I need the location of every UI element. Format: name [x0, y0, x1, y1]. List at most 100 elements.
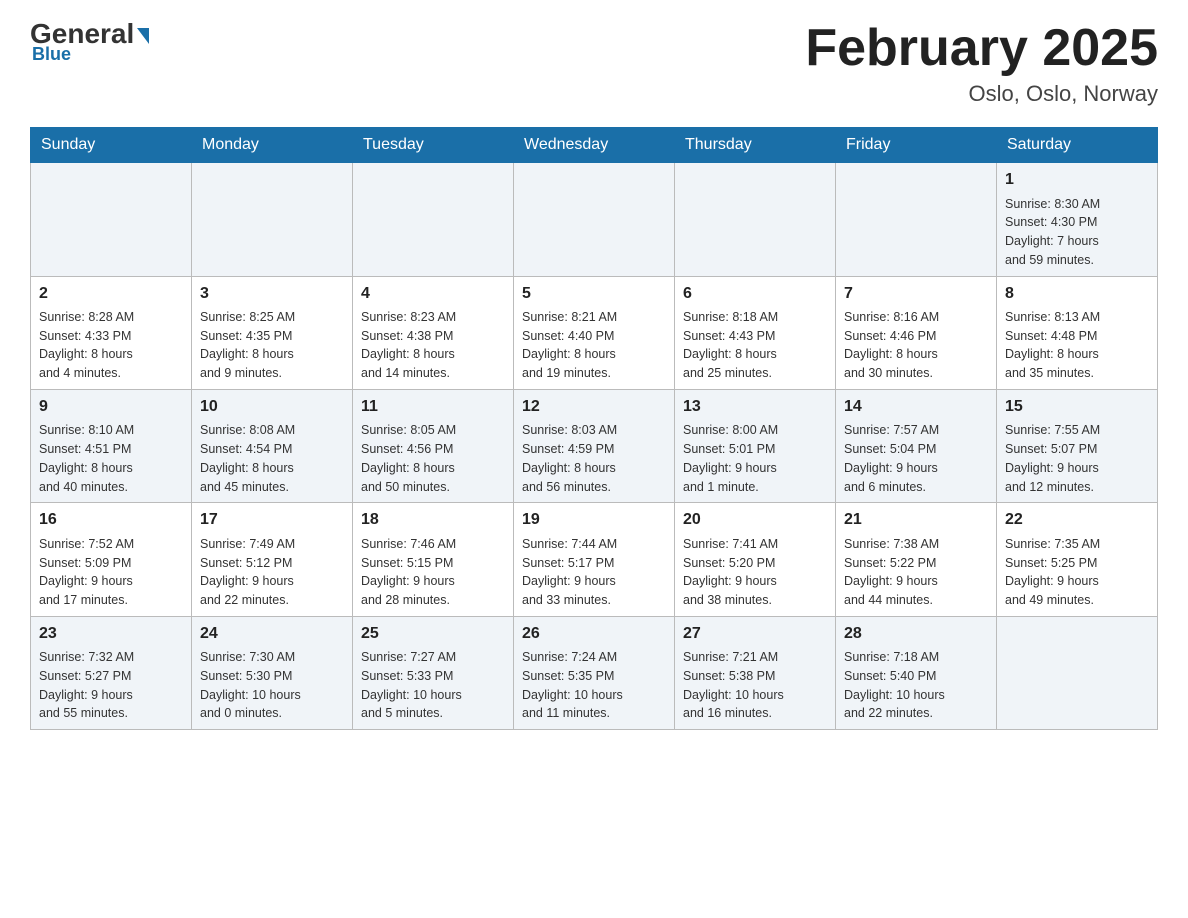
calendar-day-cell — [192, 163, 353, 276]
day-number: 3 — [200, 283, 344, 305]
day-info: Sunrise: 7:38 AM Sunset: 5:22 PM Dayligh… — [844, 535, 988, 610]
day-info: Sunrise: 7:57 AM Sunset: 5:04 PM Dayligh… — [844, 421, 988, 496]
day-info: Sunrise: 8:03 AM Sunset: 4:59 PM Dayligh… — [522, 421, 666, 496]
calendar-week-row: 16 Sunrise: 7:52 AM Sunset: 5:09 PM Dayli… — [31, 503, 1158, 616]
calendar-day-cell: 12 Sunrise: 8:03 AM Sunset: 4:59 PM Dayli… — [514, 389, 675, 502]
day-number: 27 — [683, 623, 827, 645]
calendar-day-cell: 5 Sunrise: 8:21 AM Sunset: 4:40 PM Daylig… — [514, 276, 675, 389]
header: General Blue February 2025 Oslo, Oslo, N… — [30, 20, 1158, 107]
day-of-week-saturday: Saturday — [997, 128, 1158, 163]
calendar-day-cell — [997, 616, 1158, 729]
calendar-day-cell: 25 Sunrise: 7:27 AM Sunset: 5:33 PM Dayli… — [353, 616, 514, 729]
day-info: Sunrise: 8:30 AM Sunset: 4:30 PM Dayligh… — [1005, 195, 1149, 270]
calendar-day-cell: 26Sunrise: 7:24 AM Sunset: 5:35 PM Dayli… — [514, 616, 675, 729]
calendar-day-cell: 10 Sunrise: 8:08 AM Sunset: 4:54 PM Dayli… — [192, 389, 353, 502]
day-of-week-sunday: Sunday — [31, 128, 192, 163]
calendar-day-cell: 6 Sunrise: 8:18 AM Sunset: 4:43 PM Daylig… — [675, 276, 836, 389]
day-info: Sunrise: 7:21 AM Sunset: 5:38 PM Dayligh… — [683, 648, 827, 723]
calendar-day-cell — [31, 163, 192, 276]
day-of-week-thursday: Thursday — [675, 128, 836, 163]
calendar-day-cell: 8Sunrise: 8:13 AM Sunset: 4:48 PM Daylig… — [997, 276, 1158, 389]
day-number: 15 — [1005, 396, 1149, 418]
day-number: 19 — [522, 509, 666, 531]
calendar-week-row: 1 Sunrise: 8:30 AM Sunset: 4:30 PM Daylig… — [31, 163, 1158, 276]
day-info: Sunrise: 8:21 AM Sunset: 4:40 PM Dayligh… — [522, 308, 666, 383]
day-number: 14 — [844, 396, 988, 418]
day-number: 28 — [844, 623, 988, 645]
day-info: Sunrise: 7:46 AM Sunset: 5:15 PM Dayligh… — [361, 535, 505, 610]
calendar-day-cell: 17Sunrise: 7:49 AM Sunset: 5:12 PM Dayli… — [192, 503, 353, 616]
calendar-day-cell: 2 Sunrise: 8:28 AM Sunset: 4:33 PM Daylig… — [31, 276, 192, 389]
calendar-week-row: 23 Sunrise: 7:32 AM Sunset: 5:27 PM Dayli… — [31, 616, 1158, 729]
day-info: Sunrise: 7:52 AM Sunset: 5:09 PM Dayligh… — [39, 535, 183, 610]
calendar-day-cell: 14 Sunrise: 7:57 AM Sunset: 5:04 PM Dayli… — [836, 389, 997, 502]
day-number: 22 — [1005, 509, 1149, 531]
calendar-week-row: 2 Sunrise: 8:28 AM Sunset: 4:33 PM Daylig… — [31, 276, 1158, 389]
calendar-day-cell: 21 Sunrise: 7:38 AM Sunset: 5:22 PM Dayli… — [836, 503, 997, 616]
calendar-day-cell: 28 Sunrise: 7:18 AM Sunset: 5:40 PM Dayli… — [836, 616, 997, 729]
calendar-week-row: 9 Sunrise: 8:10 AM Sunset: 4:51 PM Daylig… — [31, 389, 1158, 502]
day-number: 5 — [522, 283, 666, 305]
day-number: 24 — [200, 623, 344, 645]
day-info: Sunrise: 8:00 AM Sunset: 5:01 PM Dayligh… — [683, 421, 827, 496]
calendar-day-cell — [514, 163, 675, 276]
day-info: Sunrise: 8:10 AM Sunset: 4:51 PM Dayligh… — [39, 421, 183, 496]
day-number: 12 — [522, 396, 666, 418]
calendar-day-cell: 9 Sunrise: 8:10 AM Sunset: 4:51 PM Daylig… — [31, 389, 192, 502]
day-number: 8 — [1005, 283, 1149, 305]
day-number: 2 — [39, 283, 183, 305]
calendar-day-cell: 19 Sunrise: 7:44 AM Sunset: 5:17 PM Dayli… — [514, 503, 675, 616]
month-title: February 2025 — [805, 20, 1158, 77]
logo: General Blue — [30, 20, 149, 65]
calendar-day-cell: 18Sunrise: 7:46 AM Sunset: 5:15 PM Dayli… — [353, 503, 514, 616]
day-of-week-tuesday: Tuesday — [353, 128, 514, 163]
calendar-day-cell — [353, 163, 514, 276]
day-number: 21 — [844, 509, 988, 531]
calendar-day-cell: 1 Sunrise: 8:30 AM Sunset: 4:30 PM Daylig… — [997, 163, 1158, 276]
day-info: Sunrise: 8:05 AM Sunset: 4:56 PM Dayligh… — [361, 421, 505, 496]
day-info: Sunrise: 7:32 AM Sunset: 5:27 PM Dayligh… — [39, 648, 183, 723]
day-of-week-monday: Monday — [192, 128, 353, 163]
day-of-week-wednesday: Wednesday — [514, 128, 675, 163]
calendar-day-cell: 13Sunrise: 8:00 AM Sunset: 5:01 PM Dayli… — [675, 389, 836, 502]
day-number: 23 — [39, 623, 183, 645]
calendar-day-cell: 27 Sunrise: 7:21 AM Sunset: 5:38 PM Dayli… — [675, 616, 836, 729]
calendar-day-cell: 3 Sunrise: 8:25 AM Sunset: 4:35 PM Daylig… — [192, 276, 353, 389]
day-number: 9 — [39, 396, 183, 418]
calendar-day-cell: 23 Sunrise: 7:32 AM Sunset: 5:27 PM Dayli… — [31, 616, 192, 729]
day-info: Sunrise: 7:55 AM Sunset: 5:07 PM Dayligh… — [1005, 421, 1149, 496]
day-number: 17 — [200, 509, 344, 531]
calendar-day-cell: 15 Sunrise: 7:55 AM Sunset: 5:07 PM Dayli… — [997, 389, 1158, 502]
day-info: Sunrise: 8:25 AM Sunset: 4:35 PM Dayligh… — [200, 308, 344, 383]
day-info: Sunrise: 8:08 AM Sunset: 4:54 PM Dayligh… — [200, 421, 344, 496]
calendar-day-cell — [836, 163, 997, 276]
calendar-table: SundayMondayTuesdayWednesdayThursdayFrid… — [30, 127, 1158, 730]
day-number: 10 — [200, 396, 344, 418]
day-info: Sunrise: 8:23 AM Sunset: 4:38 PM Dayligh… — [361, 308, 505, 383]
calendar-day-cell: 16 Sunrise: 7:52 AM Sunset: 5:09 PM Dayli… — [31, 503, 192, 616]
day-info: Sunrise: 7:27 AM Sunset: 5:33 PM Dayligh… — [361, 648, 505, 723]
day-info: Sunrise: 8:18 AM Sunset: 4:43 PM Dayligh… — [683, 308, 827, 383]
day-number: 4 — [361, 283, 505, 305]
day-info: Sunrise: 7:44 AM Sunset: 5:17 PM Dayligh… — [522, 535, 666, 610]
day-info: Sunrise: 8:28 AM Sunset: 4:33 PM Dayligh… — [39, 308, 183, 383]
day-number: 16 — [39, 509, 183, 531]
calendar-day-cell: 7 Sunrise: 8:16 AM Sunset: 4:46 PM Daylig… — [836, 276, 997, 389]
day-number: 25 — [361, 623, 505, 645]
day-info: Sunrise: 7:35 AM Sunset: 5:25 PM Dayligh… — [1005, 535, 1149, 610]
day-info: Sunrise: 7:30 AM Sunset: 5:30 PM Dayligh… — [200, 648, 344, 723]
day-number: 6 — [683, 283, 827, 305]
calendar-header-row: SundayMondayTuesdayWednesdayThursdayFrid… — [31, 128, 1158, 163]
day-info: Sunrise: 7:24 AM Sunset: 5:35 PM Dayligh… — [522, 648, 666, 723]
calendar-day-cell: 22 Sunrise: 7:35 AM Sunset: 5:25 PM Dayli… — [997, 503, 1158, 616]
calendar-day-cell: 24 Sunrise: 7:30 AM Sunset: 5:30 PM Dayli… — [192, 616, 353, 729]
day-info: Sunrise: 7:18 AM Sunset: 5:40 PM Dayligh… — [844, 648, 988, 723]
day-number: 11 — [361, 396, 505, 418]
calendar-day-cell: 20Sunrise: 7:41 AM Sunset: 5:20 PM Dayli… — [675, 503, 836, 616]
title-area: February 2025 Oslo, Oslo, Norway — [805, 20, 1158, 107]
calendar-day-cell: 4 Sunrise: 8:23 AM Sunset: 4:38 PM Daylig… — [353, 276, 514, 389]
location-title: Oslo, Oslo, Norway — [805, 81, 1158, 107]
day-number: 7 — [844, 283, 988, 305]
day-number: 1 — [1005, 169, 1149, 191]
day-info: Sunrise: 8:16 AM Sunset: 4:46 PM Dayligh… — [844, 308, 988, 383]
